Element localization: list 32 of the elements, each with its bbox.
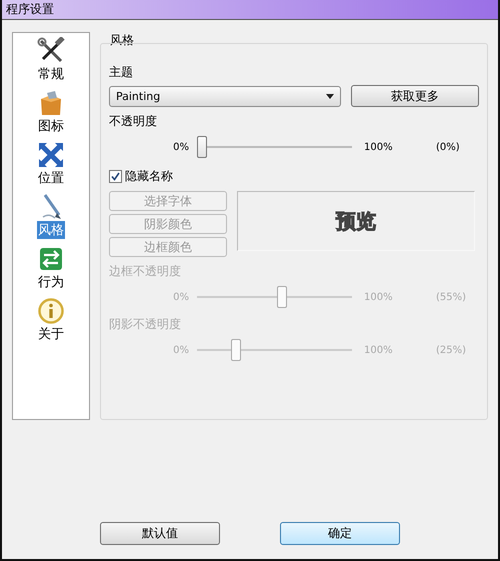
tools-icon [37,37,65,65]
min-label: 0% [172,142,190,152]
sidebar-item[interactable]: 行为 [37,273,65,291]
slider-label: 边框不透明度 [109,263,182,280]
checkbox[interactable] [109,170,122,183]
sidebar-item[interactable]: 图标 [37,117,65,135]
slider-thumb[interactable] [197,136,207,158]
theme-dropdown[interactable]: Painting [109,86,341,106]
checkbox-label: 隐藏名称 [125,168,173,185]
window-title: 程序设置 [6,1,54,18]
value-reading: (25%) [435,344,466,356]
value-reading: (55%) [435,292,466,302]
value-reading: (0%) [435,142,460,152]
sidebar-item[interactable]: 常规 [37,65,65,83]
min-label: 0% [172,292,190,302]
max-label: 100% [363,142,394,152]
opacity-label: 不透明度 [109,113,158,130]
dialog-button[interactable]: 确定 [280,522,400,545]
slider-label: 阴影不透明度 [109,316,182,333]
get-more-button[interactable]: 获取更多 [351,85,479,107]
dialog-button[interactable]: 默认值 [100,522,220,545]
info-icon [37,297,65,325]
theme-label: 主题 [109,64,134,81]
preview-text: 预览 [336,208,376,234]
min-label: 0% [172,344,190,356]
sidebar-item[interactable]: 风格 [37,221,65,239]
sidebar-item[interactable]: 关于 [37,325,65,343]
max-label: 100% [363,344,394,356]
sidebar-item[interactable]: 位置 [37,169,65,187]
arrows-icon [37,141,65,169]
max-label: 100% [363,292,394,302]
switch-arrows-icon [37,245,65,273]
